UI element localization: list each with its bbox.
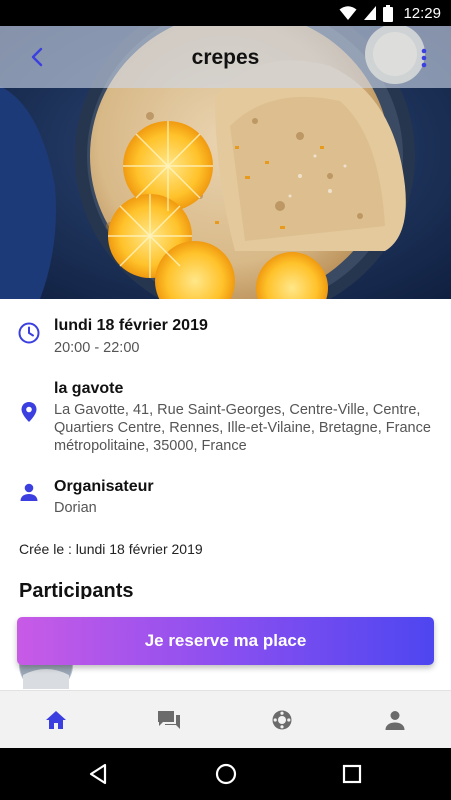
- participants-heading: Participants: [19, 580, 134, 599]
- place-name: la gavote: [54, 380, 124, 397]
- status-icons: 12:29: [339, 4, 441, 22]
- more-vert-icon: [421, 48, 427, 68]
- event-time: 20:00 - 22:00: [54, 340, 140, 356]
- nav-account[interactable]: [338, 691, 451, 748]
- wifi-icon: [339, 6, 357, 20]
- system-home-button[interactable]: [214, 762, 238, 786]
- event-date: lundi 18 février 2019: [54, 317, 208, 334]
- app-bar: crepes: [0, 26, 451, 88]
- nav-messages[interactable]: [113, 691, 226, 748]
- organizer-name[interactable]: Dorian: [54, 499, 431, 517]
- status-bar: 12:29: [0, 0, 451, 26]
- location-pin-icon: [21, 402, 37, 422]
- person-icon: [20, 483, 38, 501]
- system-back-button[interactable]: [86, 762, 110, 786]
- account-icon: [385, 710, 405, 730]
- event-details: lundi 18 février 2019 20:00 - 22:00 la g…: [0, 299, 451, 599]
- battery-icon: [383, 4, 394, 22]
- recents-icon: [342, 764, 362, 784]
- reserve-button[interactable]: Je reserve ma place: [17, 617, 434, 665]
- more-options-button[interactable]: [411, 44, 437, 72]
- page-title: crepes: [191, 46, 260, 69]
- home-icon: [46, 710, 67, 729]
- explore-icon: [272, 710, 292, 729]
- bottom-nav: [0, 690, 451, 748]
- home-icon: [215, 763, 237, 785]
- clock-icon: [18, 322, 40, 344]
- organizer-row: Organisateur Dorian: [0, 478, 451, 522]
- nav-explore[interactable]: [226, 691, 339, 748]
- created-date: Crée le : lundi 18 février 2019: [19, 541, 203, 557]
- chat-icon: [158, 710, 181, 729]
- system-nav-bar: [0, 748, 451, 800]
- place-address[interactable]: La Gavotte, 41, Rue Saint-Georges, Centr…: [54, 401, 431, 455]
- status-time: 12:29: [403, 4, 441, 22]
- signal-icon: [364, 6, 377, 20]
- date-row: lundi 18 février 2019 20:00 - 22:00: [0, 317, 451, 367]
- location-row: la gavote La Gavotte, 41, Rue Saint-Geor…: [0, 380, 451, 460]
- organizer-label: Organisateur: [54, 478, 154, 495]
- back-icon: [89, 763, 107, 785]
- system-recents-button[interactable]: [340, 762, 364, 786]
- nav-home[interactable]: [0, 691, 113, 748]
